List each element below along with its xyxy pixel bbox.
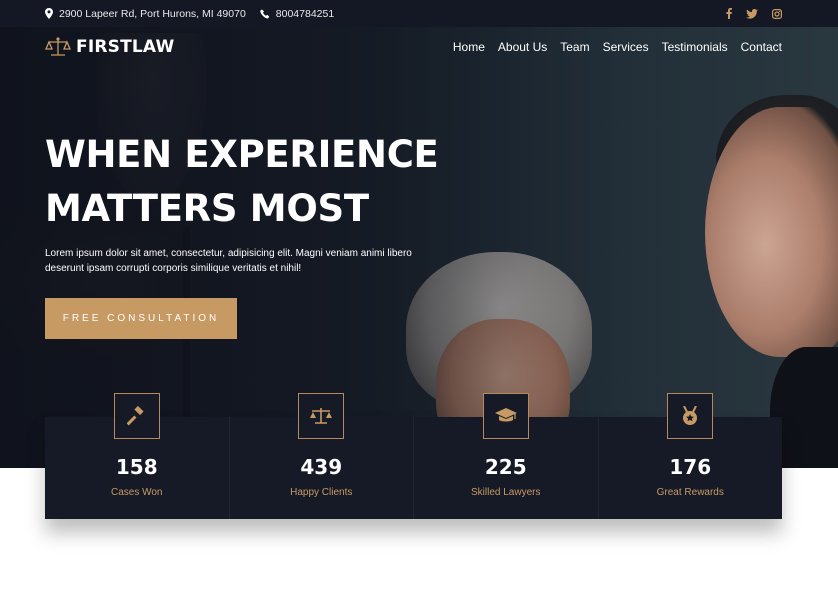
twitter-icon[interactable]: [746, 8, 758, 19]
stat-great-rewards: 176 Great Rewards: [598, 393, 782, 519]
map-pin-icon: [45, 8, 53, 19]
nav-services[interactable]: Services: [603, 40, 649, 54]
instagram-icon[interactable]: [772, 8, 782, 19]
stat-icon-box: [298, 393, 345, 439]
phone[interactable]: 8004784251: [259, 8, 334, 20]
stat-icon-box: [667, 393, 714, 439]
phone-icon: [259, 9, 269, 18]
hero-headline-line2: MATTERS MOST: [45, 187, 369, 230]
address-text: 2900 Lapeer Rd, Port Hurons, MI 49070: [59, 7, 246, 20]
top-bar: 2900 Lapeer Rd, Port Hurons, MI 49070 80…: [0, 0, 838, 27]
social-links: [726, 0, 782, 27]
address: 2900 Lapeer Rd, Port Hurons, MI 49070: [45, 8, 246, 20]
hero-headline-line1: WHEN EXPERIENCE: [45, 133, 439, 176]
stat-label: Happy Clients: [290, 487, 353, 498]
scales-logo-icon: [45, 37, 71, 56]
gavel-icon: [126, 406, 144, 426]
stat-skilled-lawyers: 225 Skilled Lawyers: [414, 393, 599, 519]
stat-icon-box: [482, 393, 529, 439]
stat-value: 158: [115, 455, 158, 479]
stat-value: 439: [300, 455, 343, 479]
nav-testimonials[interactable]: Testimonials: [662, 40, 728, 54]
main-nav: Home About Us Team Services Testimonials…: [453, 40, 782, 54]
medal-icon: [683, 406, 698, 425]
brand[interactable]: FIRSTLAW: [45, 36, 174, 58]
contact-info: 2900 Lapeer Rd, Port Hurons, MI 49070 80…: [45, 0, 348, 27]
nav-contact[interactable]: Contact: [741, 40, 782, 54]
brand-name: FIRSTLAW: [76, 37, 175, 57]
graduation-cap-icon: [494, 408, 517, 422]
stat-value: 225: [484, 455, 527, 479]
nav-about-us[interactable]: About Us: [498, 40, 547, 54]
stat-label: Great Rewards: [656, 487, 724, 498]
stats-bar: 158 Cases Won 439 Happy Clients 225 Skil…: [45, 393, 782, 519]
stat-happy-clients: 439 Happy Clients: [229, 393, 414, 519]
phone-text[interactable]: 8004784251: [276, 8, 334, 20]
stat-cases-won: 158 Cases Won: [45, 393, 230, 519]
nav-home[interactable]: Home: [453, 40, 485, 54]
stat-icon-box: [113, 393, 160, 439]
stat-value: 176: [669, 455, 712, 479]
hero-lead-text: Lorem ipsum dolor sit amet, consectetur,…: [45, 248, 412, 274]
stat-label: Cases Won: [110, 487, 163, 498]
free-consultation-button[interactable]: FREE CONSULTATION: [45, 298, 237, 339]
stat-label: Skilled Lawyers: [471, 487, 541, 498]
hero-headline: WHEN EXPERIENCE MATTERS MOST: [45, 128, 465, 236]
scales-icon: [310, 408, 333, 424]
facebook-icon[interactable]: [726, 8, 732, 19]
nav-team[interactable]: Team: [560, 40, 589, 54]
